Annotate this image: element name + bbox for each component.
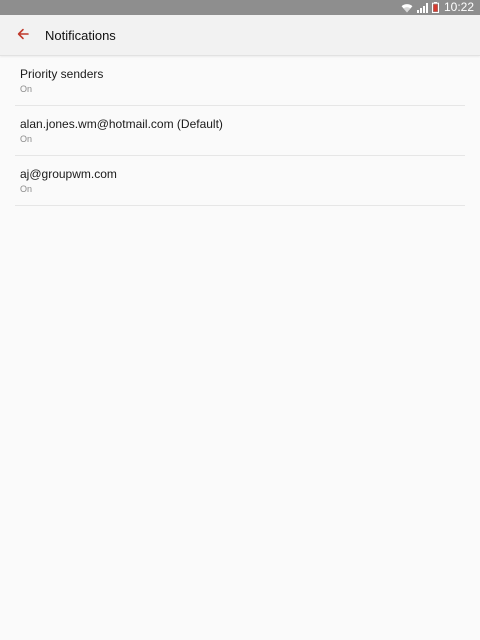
notifications-list: Priority senders On alan.jones.wm@hotmai… [0,56,480,206]
signal-icon [416,2,428,13]
page-title: Notifications [45,28,116,43]
status-time: 10:22 [443,0,474,14]
battery-icon [431,2,439,13]
app-bar: Notifications [0,15,480,56]
arrow-left-icon [17,27,29,45]
list-item-title: alan.jones.wm@hotmail.com (Default) [20,117,223,131]
list-item-priority-senders[interactable]: Priority senders On [15,56,465,106]
list-item-title: Priority senders [20,67,104,81]
back-button[interactable] [12,25,34,47]
status-bar: 10:22 [0,0,480,15]
status-icons: 10:22 [401,0,474,15]
list-item-status: On [20,134,33,144]
wifi-icon [401,2,413,13]
list-item-title: aj@groupwm.com [20,167,117,181]
list-item-groupwm-account[interactable]: aj@groupwm.com On [15,156,465,206]
list-item-status: On [20,184,33,194]
list-item-hotmail-account[interactable]: alan.jones.wm@hotmail.com (Default) On [15,106,465,156]
list-item-status: On [20,84,33,94]
